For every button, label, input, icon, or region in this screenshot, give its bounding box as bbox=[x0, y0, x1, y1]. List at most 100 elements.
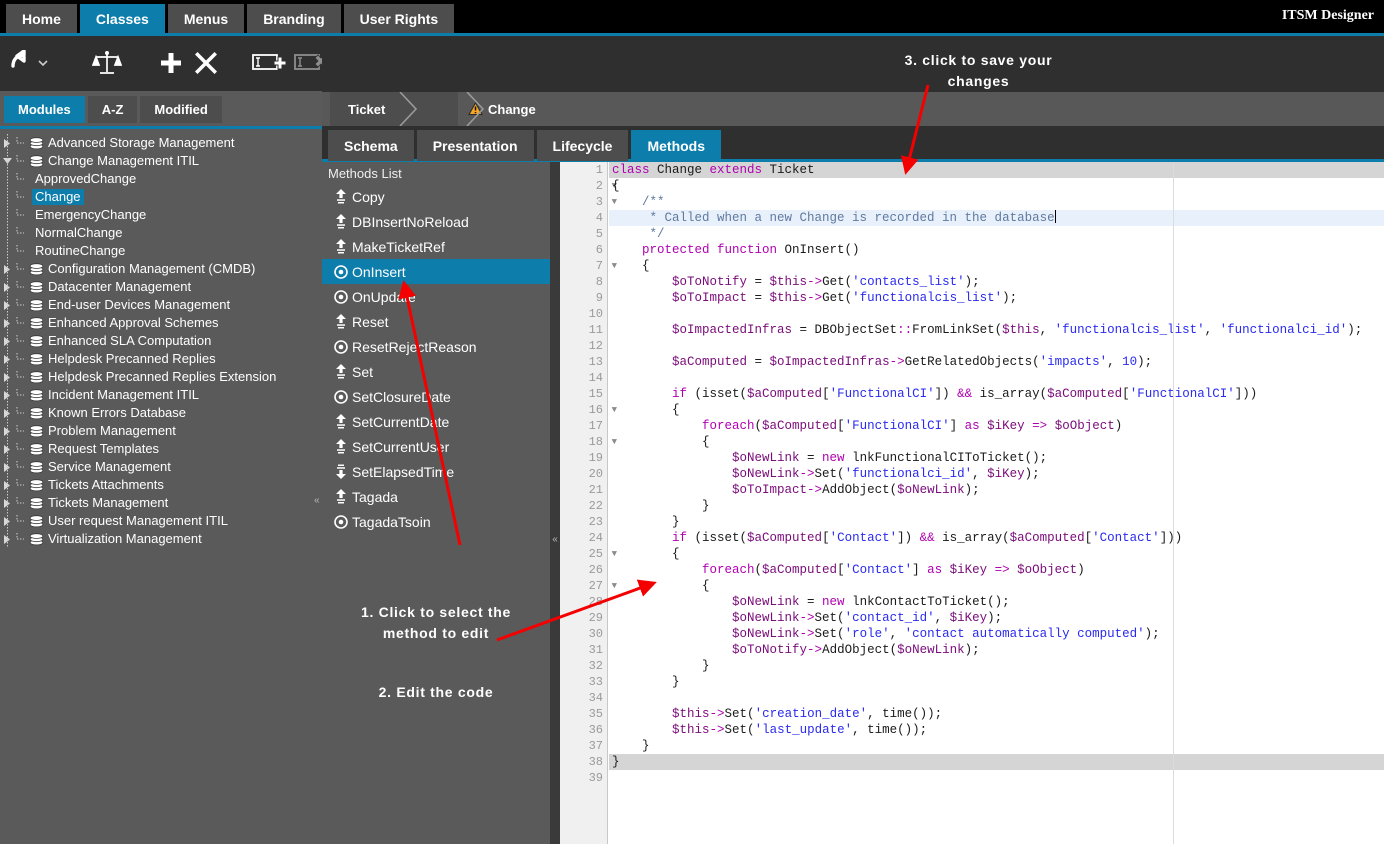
code-line[interactable]: foreach($aComputed['Contact'] as $iKey =… bbox=[609, 562, 1384, 578]
sidebar-tab-modules[interactable]: Modules bbox=[4, 96, 85, 123]
method-item-copy[interactable]: Copy bbox=[322, 184, 550, 209]
code-line[interactable]: /** bbox=[609, 194, 1384, 210]
method-item-onupdate[interactable]: OnUpdate bbox=[322, 284, 550, 309]
code-line[interactable]: $oNewLink->Set('contact_id', $iKey); bbox=[609, 610, 1384, 626]
tree-node-enhanced-sla-computation[interactable]: Enhanced SLA Computation bbox=[0, 332, 322, 350]
menu-tab-user-rights[interactable]: User Rights bbox=[344, 4, 455, 33]
code-line[interactable]: $oImpactedInfras = DBObjectSet::FromLink… bbox=[609, 322, 1384, 338]
tree-node-user-request-management-itil[interactable]: User request Management ITIL bbox=[0, 512, 322, 530]
code-line[interactable] bbox=[609, 370, 1384, 386]
code-line[interactable] bbox=[609, 770, 1384, 786]
code-line[interactable]: $oNewLink = new lnkContactToTicket(); bbox=[609, 594, 1384, 610]
code-line[interactable]: class Change extends Ticket bbox=[609, 162, 1384, 178]
code-line[interactable]: { bbox=[609, 258, 1384, 274]
tree-node-virtualization-management[interactable]: Virtualization Management bbox=[0, 530, 322, 548]
menu-tab-classes[interactable]: Classes bbox=[80, 4, 165, 33]
tab-methods[interactable]: Methods bbox=[631, 130, 721, 161]
code-line[interactable] bbox=[609, 338, 1384, 354]
code-line[interactable]: } bbox=[609, 514, 1384, 530]
tree-node-incident-management-itil[interactable]: Incident Management ITIL bbox=[0, 386, 322, 404]
panel-splitter[interactable]: « bbox=[550, 162, 560, 844]
code-editor[interactable]: 12▼3▼4567▼8910111213141516▼1718▼19202122… bbox=[560, 162, 1384, 844]
code-line[interactable]: $oToImpact->AddObject($oNewLink); bbox=[609, 482, 1384, 498]
code-line[interactable]: } bbox=[609, 674, 1384, 690]
class-tree[interactable]: Advanced Storage ManagementChange Manage… bbox=[0, 131, 322, 841]
menu-tab-home[interactable]: Home bbox=[6, 4, 77, 33]
code-line[interactable]: protected function OnInsert() bbox=[609, 242, 1384, 258]
code-line[interactable]: if (isset($aComputed['FunctionalCI']) &&… bbox=[609, 386, 1384, 402]
code-line[interactable]: $oNewLink->Set('role', 'contact automati… bbox=[609, 626, 1384, 642]
code-line[interactable] bbox=[609, 306, 1384, 322]
code-line[interactable]: $oNewLink = new lnkFunctionalCIToTicket(… bbox=[609, 450, 1384, 466]
code-line[interactable]: } bbox=[609, 754, 1384, 770]
tree-node-request-templates[interactable]: Request Templates bbox=[0, 440, 322, 458]
tree-node-routinechange[interactable]: RoutineChange bbox=[0, 242, 322, 260]
tree-node-helpdesk-precanned-replies-extension[interactable]: Helpdesk Precanned Replies Extension bbox=[0, 368, 322, 386]
method-item-maketicketref[interactable]: MakeTicketRef bbox=[322, 234, 550, 259]
tab-presentation[interactable]: Presentation bbox=[417, 130, 534, 161]
code-line[interactable]: $oToNotify = $this->Get('contacts_list')… bbox=[609, 274, 1384, 290]
method-item-setelapsedtime[interactable]: SetElapsedTime bbox=[322, 459, 550, 484]
menu-tab-menus[interactable]: Menus bbox=[168, 4, 244, 33]
tree-node-tickets-management[interactable]: Tickets Management bbox=[0, 494, 322, 512]
methods-list[interactable]: Copy DBInsertNoReload MakeTicketRef OnIn… bbox=[322, 184, 550, 534]
code-line[interactable]: { bbox=[609, 178, 1384, 194]
delete-icon[interactable] bbox=[187, 44, 225, 82]
balance-scale-icon[interactable] bbox=[88, 44, 126, 82]
code-line[interactable]: { bbox=[609, 434, 1384, 450]
breadcrumb-item-ticket[interactable]: Ticket bbox=[338, 92, 395, 126]
code-line[interactable]: { bbox=[609, 402, 1384, 418]
add-icon[interactable] bbox=[152, 44, 190, 82]
tree-node-helpdesk-precanned-replies[interactable]: Helpdesk Precanned Replies bbox=[0, 350, 322, 368]
sidebar-tab-a-z[interactable]: A-Z bbox=[88, 96, 138, 123]
tree-node-tickets-attachments[interactable]: Tickets Attachments bbox=[0, 476, 322, 494]
code-line[interactable]: foreach($aComputed['FunctionalCI'] as $i… bbox=[609, 418, 1384, 434]
tree-node-approvedchange[interactable]: ApprovedChange bbox=[0, 170, 322, 188]
collapse-handle-icon[interactable]: « bbox=[551, 532, 559, 546]
undo-dropdown-icon[interactable] bbox=[34, 44, 52, 82]
sidebar-collapse-handle-icon[interactable]: « bbox=[314, 495, 320, 506]
code-content[interactable]: class Change extends Ticket{ /** * Calle… bbox=[609, 162, 1384, 844]
method-item-setcurrentuser[interactable]: SetCurrentUser bbox=[322, 434, 550, 459]
code-line[interactable]: $this->Set('last_update', time()); bbox=[609, 722, 1384, 738]
add-field-icon[interactable] bbox=[248, 44, 290, 82]
method-item-reset[interactable]: Reset bbox=[322, 309, 550, 334]
tree-node-advanced-storage-management[interactable]: Advanced Storage Management bbox=[0, 134, 322, 152]
code-line[interactable]: */ bbox=[609, 226, 1384, 242]
method-item-dbinsertnoreload[interactable]: DBInsertNoReload bbox=[322, 209, 550, 234]
tree-node-known-errors-database[interactable]: Known Errors Database bbox=[0, 404, 322, 422]
code-line[interactable]: * Called when a new Change is recorded i… bbox=[609, 210, 1384, 226]
method-item-set[interactable]: Set bbox=[322, 359, 550, 384]
code-line[interactable]: $aComputed = $oImpactedInfras->GetRelate… bbox=[609, 354, 1384, 370]
code-line[interactable]: } bbox=[609, 738, 1384, 754]
method-item-oninsert[interactable]: OnInsert bbox=[322, 259, 550, 284]
code-line[interactable]: { bbox=[609, 578, 1384, 594]
tree-node-change[interactable]: Change bbox=[0, 188, 322, 206]
code-line[interactable]: { bbox=[609, 546, 1384, 562]
tree-node-service-management[interactable]: Service Management bbox=[0, 458, 322, 476]
menu-tab-branding[interactable]: Branding bbox=[247, 4, 340, 33]
tree-node-change-management-itil[interactable]: Change Management ITIL bbox=[0, 152, 322, 170]
code-line[interactable]: $oToNotify->AddObject($oNewLink); bbox=[609, 642, 1384, 658]
method-item-tagada[interactable]: Tagada bbox=[322, 484, 550, 509]
tab-lifecycle[interactable]: Lifecycle bbox=[537, 130, 629, 161]
method-item-resetrejectreason[interactable]: ResetRejectReason bbox=[322, 334, 550, 359]
tree-node-normalchange[interactable]: NormalChange bbox=[0, 224, 322, 242]
code-line[interactable]: } bbox=[609, 658, 1384, 674]
code-line[interactable]: $this->Set('creation_date', time()); bbox=[609, 706, 1384, 722]
tree-node-datacenter-management[interactable]: Datacenter Management bbox=[0, 278, 322, 296]
tree-node-end-user-devices-management[interactable]: End-user Devices Management bbox=[0, 296, 322, 314]
tab-schema[interactable]: Schema bbox=[328, 130, 414, 161]
code-line[interactable]: } bbox=[609, 498, 1384, 514]
tree-node-configuration-management-cmdb[interactable]: Configuration Management (CMDB) bbox=[0, 260, 322, 278]
tree-node-enhanced-approval-schemes[interactable]: Enhanced Approval Schemes bbox=[0, 314, 322, 332]
code-line[interactable] bbox=[609, 690, 1384, 706]
method-item-setclosuredate[interactable]: SetClosureDate bbox=[322, 384, 550, 409]
code-line[interactable]: $oToImpact = $this->Get('functionalcis_l… bbox=[609, 290, 1384, 306]
tree-node-emergencychange[interactable]: EmergencyChange bbox=[0, 206, 322, 224]
code-line[interactable]: $oNewLink->Set('functionalci_id', $iKey)… bbox=[609, 466, 1384, 482]
method-item-setcurrentdate[interactable]: SetCurrentDate bbox=[322, 409, 550, 434]
sidebar-tab-modified[interactable]: Modified bbox=[140, 96, 221, 123]
code-line[interactable]: if (isset($aComputed['Contact']) && is_a… bbox=[609, 530, 1384, 546]
method-item-tagadatsoin[interactable]: TagadaTsoin bbox=[322, 509, 550, 534]
